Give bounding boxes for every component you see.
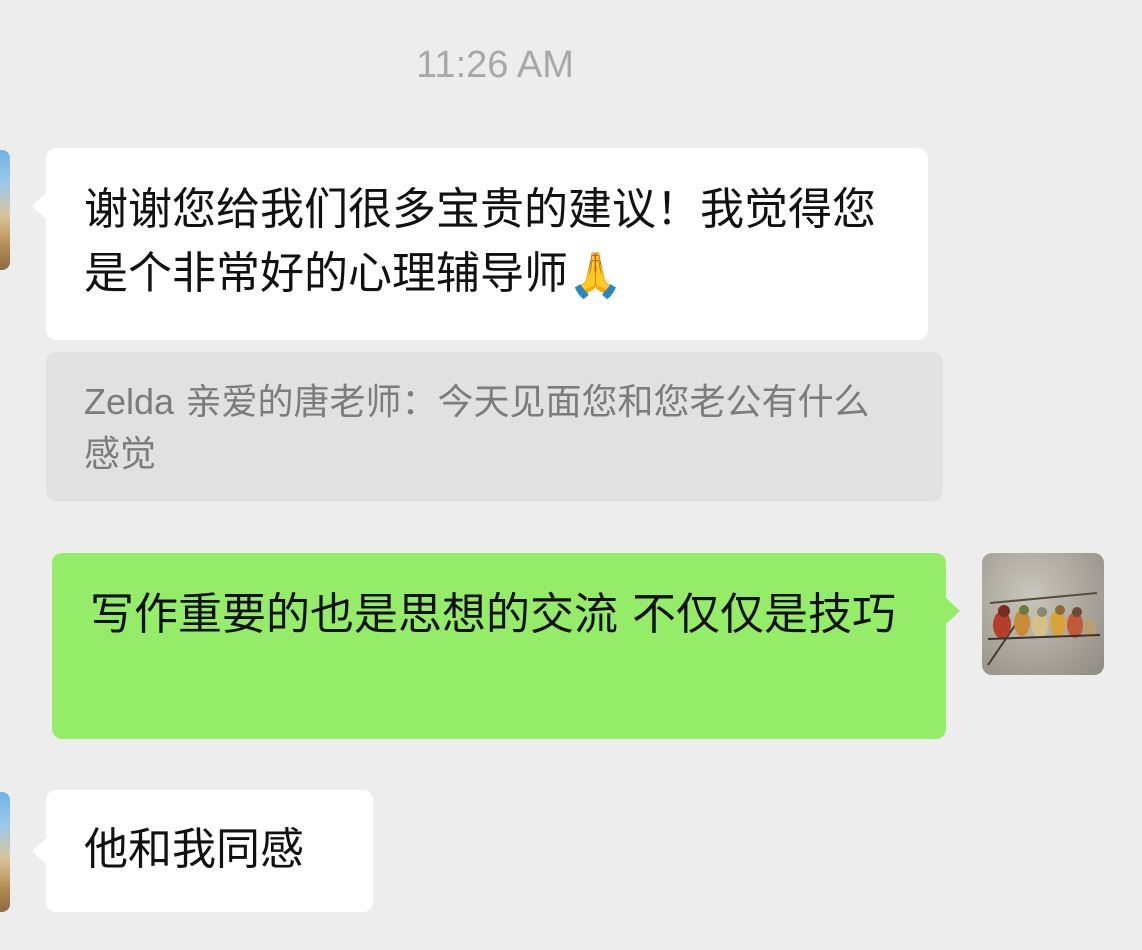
message-timestamp: 11:26 AM: [416, 44, 574, 86]
self-avatar-icon[interactable]: [982, 553, 1104, 675]
message-text: 谢谢您给我们很多宝贵的建议！我觉得您是个非常好的心理辅导师: [84, 184, 876, 299]
folded-hands-icon: 🙏: [568, 250, 623, 301]
birds-on-branch-icon: [987, 592, 1101, 666]
quoted-message[interactable]: Zelda 亲爱的唐老师：今天见面您和您老公有什么感觉: [46, 352, 943, 501]
contact-avatar-icon[interactable]: [0, 150, 10, 270]
bubble-tail: [946, 598, 960, 624]
bubble-tail: [32, 193, 46, 219]
message-text: 他和我同感: [84, 824, 304, 875]
message-bubble-incoming[interactable]: 他和我同感: [46, 790, 373, 912]
message-text: 写作重要的也是思想的交流 不仅仅是技巧: [90, 589, 896, 640]
bubble-tail: [32, 838, 46, 864]
quote-text: 亲爱的唐老师：今天见面您和您老公有什么感觉: [84, 382, 870, 475]
quote-sender: Zelda: [84, 381, 175, 422]
contact-avatar-icon[interactable]: [0, 792, 10, 912]
message-bubble-incoming[interactable]: 谢谢您给我们很多宝贵的建议！我觉得您是个非常好的心理辅导师🙏: [46, 148, 928, 340]
message-bubble-outgoing[interactable]: 写作重要的也是思想的交流 不仅仅是技巧: [52, 553, 946, 739]
